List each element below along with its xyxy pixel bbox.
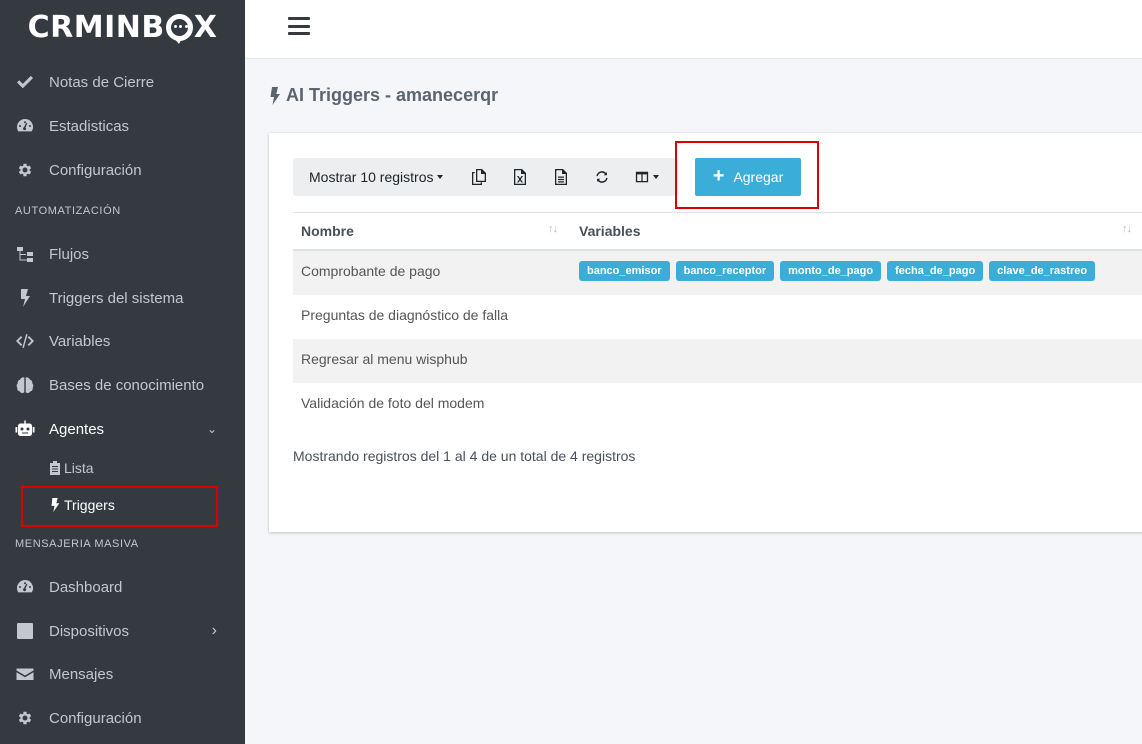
sidebar-item-label: Bases de conocimiento: [49, 376, 205, 394]
caret-down-icon: [437, 175, 444, 179]
copy-button[interactable]: [458, 158, 499, 196]
clipboard-icon: [50, 461, 60, 475]
variable-badge: banco_receptor: [675, 261, 775, 281]
refresh-button[interactable]: [581, 158, 622, 196]
nav-section-automatizacion: AUTOMATIZACIÓN: [15, 205, 121, 217]
sidebar-item-label: Dispositivos: [49, 622, 130, 640]
refresh-icon: [595, 171, 608, 183]
brand-logo[interactable]: CRMINB X: [0, 0, 245, 55]
export-csv-button[interactable]: [540, 158, 581, 196]
sort-icon[interactable]: ↑↓: [548, 223, 558, 235]
plus-icon: +: [712, 165, 725, 187]
sidebar-item-mensajes[interactable]: Mensajes: [0, 654, 245, 694]
copy-icon: [471, 169, 486, 185]
variable-badge: clave_de_rastreo: [989, 261, 1096, 281]
sidebar-item-label: Agentes: [49, 420, 105, 438]
sidebar-item-label: Configuración: [49, 709, 142, 727]
csv-icon: [554, 169, 567, 185]
code-icon: [14, 330, 36, 352]
envelope-icon: [14, 663, 36, 685]
column-header-nombre[interactable]: Nombre: [301, 223, 354, 239]
sort-icon[interactable]: ↑↓: [1122, 223, 1132, 235]
sidebar-item-bases-de-conocimiento[interactable]: Bases de conocimiento: [0, 365, 245, 405]
table-row[interactable]: Preguntas de diagnóstico de falla: [293, 295, 1142, 339]
nav-section-mensajeria-masiva: MENSAJERIA MASIVA: [15, 538, 139, 550]
sidebar-item-label: Variables: [49, 332, 111, 350]
brain-icon: [14, 374, 36, 396]
page-length-label: Mostrar 10 registros: [309, 169, 434, 185]
table-header: Nombre ↑↓ Variables ↑↓: [293, 212, 1142, 251]
sidebar-subitem-lista[interactable]: Lista: [49, 455, 94, 481]
page-title-text: AI Triggers - amanecerqr: [286, 85, 499, 105]
export-excel-button[interactable]: [499, 158, 540, 196]
sidebar-subitem-label: Lista: [64, 460, 94, 476]
caret-down-icon: [653, 175, 659, 179]
sidebar-item-label: Mensajes: [49, 665, 114, 683]
sidebar-item-notas-de-cierre[interactable]: Notas de Cierre: [0, 62, 245, 102]
sidebar-item-estadisticas[interactable]: Estadisticas: [0, 106, 245, 146]
table-info: Mostrando registros del 1 al 4 de un tot…: [293, 448, 636, 464]
sidebar-item-flujos[interactable]: Flujos: [0, 234, 245, 274]
sidebar-item-configuracion[interactable]: Configuración: [0, 150, 245, 190]
columns-icon: [635, 171, 649, 183]
sidebar-item-label: Configuración: [49, 161, 142, 179]
table-row[interactable]: Validación de foto del modem: [293, 383, 1142, 427]
cell-nombre: Comprobante de pago: [301, 263, 441, 279]
chevron-down-icon: ⌄: [206, 422, 217, 436]
sidebar-item-label: Notas de Cierre: [49, 73, 155, 91]
column-header-variables[interactable]: Variables: [579, 223, 641, 239]
cell-nombre: Regresar al menu wisphub: [301, 351, 468, 367]
excel-icon: [513, 169, 526, 185]
triggers-table: Nombre ↑↓ Variables ↑↓ Comprobante de pa…: [293, 212, 1142, 427]
bolt-icon: [270, 86, 280, 105]
sidebar-item-dashboard[interactable]: Dashboard: [0, 567, 245, 607]
gear-icon: [14, 159, 36, 181]
columns-visibility-button[interactable]: [622, 158, 672, 196]
page-title: AI Triggers - amanecerqr: [269, 85, 498, 106]
sidebar-item-dispositivos[interactable]: Dispositivos ›: [0, 611, 245, 651]
add-trigger-button[interactable]: + Agregar: [695, 158, 801, 196]
cell-nombre: Preguntas de diagnóstico de falla: [301, 307, 509, 323]
check-icon: [14, 71, 36, 93]
sidebar-item-agentes[interactable]: Agentes ⌄: [0, 409, 245, 449]
table-toolbar: Mostrar 10 registros: [293, 158, 678, 196]
variable-badge: fecha_de_pago: [887, 261, 984, 281]
bolt-icon: [14, 287, 36, 309]
sidebar-item-label: Estadisticas: [49, 117, 130, 135]
page-length-dropdown[interactable]: Mostrar 10 registros: [293, 158, 458, 196]
menu-toggle-icon[interactable]: [288, 17, 310, 35]
sidebar-item-variables[interactable]: Variables: [0, 321, 245, 361]
sidebar: CRMINB X Notas de Cierre Estadisticas Con…: [0, 0, 245, 744]
top-navbar: [245, 0, 1142, 59]
cell-nombre: Validación de foto del modem: [301, 395, 485, 411]
tachometer-icon: [14, 576, 36, 598]
chevron-right-icon: ›: [211, 622, 217, 639]
sidebar-item-label: Triggers del sistema: [49, 289, 184, 307]
robot-icon: [14, 418, 36, 440]
table-row[interactable]: Comprobante de pago banco_emisor banco_r…: [293, 251, 1142, 295]
table-row[interactable]: Regresar al menu wisphub: [293, 339, 1142, 383]
variable-badge: banco_emisor: [579, 261, 670, 281]
tachometer-icon: [14, 115, 36, 137]
sidebar-item-label: Dashboard: [49, 578, 123, 596]
phone-icon: [14, 620, 36, 642]
sidebar-item-triggers-del-sistema[interactable]: Triggers del sistema: [0, 278, 245, 318]
sidebar-item-label: Flujos: [49, 245, 90, 263]
gear-icon: [14, 707, 36, 729]
sitemap-icon: [14, 243, 36, 265]
highlight-box-triggers: [21, 486, 218, 527]
add-button-label: Agregar: [733, 169, 784, 185]
variable-badge: monto_de_pago: [780, 261, 882, 281]
sidebar-item-configuracion-mensajeria[interactable]: Configuración: [0, 698, 245, 738]
cell-variables: banco_emisor banco_receptor monto_de_pag…: [579, 261, 1101, 281]
